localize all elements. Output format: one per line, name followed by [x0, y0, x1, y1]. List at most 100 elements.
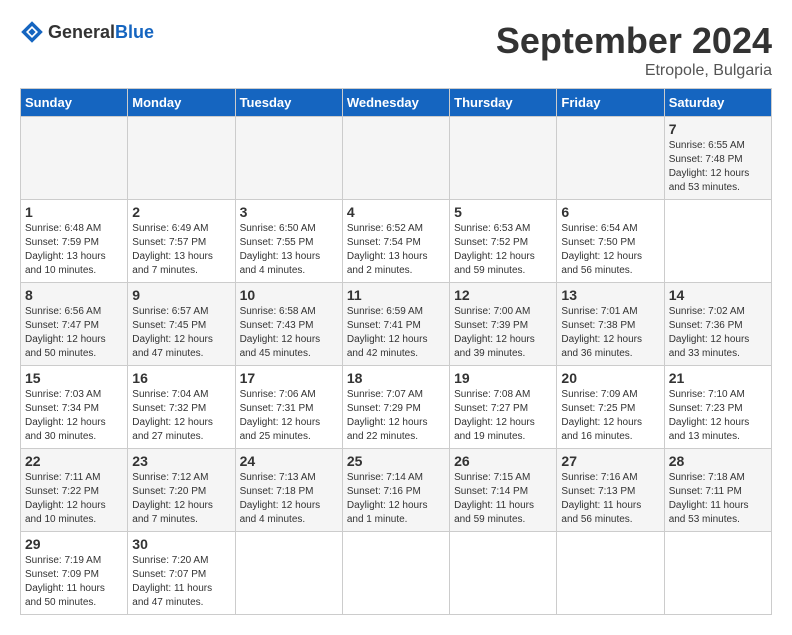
- day-detail: Sunrise: 7:11 AMSunset: 7:22 PMDaylight:…: [25, 472, 106, 525]
- calendar-header-row: SundayMondayTuesdayWednesdayThursdayFrid…: [21, 89, 772, 117]
- calendar-week-row: 8 Sunrise: 6:56 AMSunset: 7:47 PMDayligh…: [21, 283, 772, 366]
- day-number: 29: [25, 536, 123, 552]
- calendar-cell: 26 Sunrise: 7:15 AMSunset: 7:14 PMDaylig…: [450, 449, 557, 532]
- calendar-cell: [664, 200, 771, 283]
- day-number: 22: [25, 453, 123, 469]
- day-number: 25: [347, 453, 445, 469]
- day-detail: Sunrise: 7:20 AMSunset: 7:07 PMDaylight:…: [132, 555, 212, 608]
- calendar-week-row: 7 Sunrise: 6:55 AMSunset: 7:48 PMDayligh…: [21, 117, 772, 200]
- calendar-cell: [557, 532, 664, 615]
- calendar-cell: 30 Sunrise: 7:20 AMSunset: 7:07 PMDaylig…: [128, 532, 235, 615]
- calendar-table: SundayMondayTuesdayWednesdayThursdayFrid…: [20, 88, 772, 615]
- day-detail: Sunrise: 7:16 AMSunset: 7:13 PMDaylight:…: [561, 472, 641, 525]
- day-number: 12: [454, 287, 552, 303]
- calendar-cell: 18 Sunrise: 7:07 AMSunset: 7:29 PMDaylig…: [342, 366, 449, 449]
- day-number: 11: [347, 287, 445, 303]
- calendar-cell: [342, 532, 449, 615]
- header-saturday: Saturday: [664, 89, 771, 117]
- calendar-cell: 7 Sunrise: 6:55 AMSunset: 7:48 PMDayligh…: [664, 117, 771, 200]
- logo-general: General: [48, 22, 115, 42]
- day-detail: Sunrise: 7:19 AMSunset: 7:09 PMDaylight:…: [25, 555, 105, 608]
- calendar-cell: 9 Sunrise: 6:57 AMSunset: 7:45 PMDayligh…: [128, 283, 235, 366]
- calendar-week-row: 22 Sunrise: 7:11 AMSunset: 7:22 PMDaylig…: [21, 449, 772, 532]
- calendar-week-row: 1 Sunrise: 6:48 AMSunset: 7:59 PMDayligh…: [21, 200, 772, 283]
- day-detail: Sunrise: 6:48 AMSunset: 7:59 PMDaylight:…: [25, 223, 106, 276]
- day-detail: Sunrise: 7:13 AMSunset: 7:18 PMDaylight:…: [240, 472, 321, 525]
- day-number: 16: [132, 370, 230, 386]
- calendar-cell: [450, 532, 557, 615]
- day-number: 7: [669, 121, 767, 137]
- day-number: 26: [454, 453, 552, 469]
- day-number: 23: [132, 453, 230, 469]
- calendar-cell: 6 Sunrise: 6:54 AMSunset: 7:50 PMDayligh…: [557, 200, 664, 283]
- calendar-cell: [450, 117, 557, 200]
- calendar-cell: 15 Sunrise: 7:03 AMSunset: 7:34 PMDaylig…: [21, 366, 128, 449]
- day-detail: Sunrise: 7:15 AMSunset: 7:14 PMDaylight:…: [454, 472, 534, 525]
- calendar-cell: 1 Sunrise: 6:48 AMSunset: 7:59 PMDayligh…: [21, 200, 128, 283]
- header-sunday: Sunday: [21, 89, 128, 117]
- day-detail: Sunrise: 6:55 AMSunset: 7:48 PMDaylight:…: [669, 140, 750, 193]
- logo: GeneralBlue: [20, 20, 154, 44]
- day-number: 8: [25, 287, 123, 303]
- day-number: 21: [669, 370, 767, 386]
- day-detail: Sunrise: 7:02 AMSunset: 7:36 PMDaylight:…: [669, 306, 750, 359]
- day-detail: Sunrise: 6:59 AMSunset: 7:41 PMDaylight:…: [347, 306, 428, 359]
- day-number: 28: [669, 453, 767, 469]
- header-wednesday: Wednesday: [342, 89, 449, 117]
- calendar-cell: 11 Sunrise: 6:59 AMSunset: 7:41 PMDaylig…: [342, 283, 449, 366]
- day-detail: Sunrise: 7:08 AMSunset: 7:27 PMDaylight:…: [454, 389, 535, 442]
- title-section: September 2024 Etropole, Bulgaria: [496, 20, 772, 80]
- day-number: 18: [347, 370, 445, 386]
- calendar-cell: [21, 117, 128, 200]
- day-number: 10: [240, 287, 338, 303]
- day-number: 5: [454, 204, 552, 220]
- calendar-cell: 21 Sunrise: 7:10 AMSunset: 7:23 PMDaylig…: [664, 366, 771, 449]
- day-detail: Sunrise: 6:49 AMSunset: 7:57 PMDaylight:…: [132, 223, 213, 276]
- logo-icon: [20, 20, 44, 44]
- day-number: 17: [240, 370, 338, 386]
- day-detail: Sunrise: 6:52 AMSunset: 7:54 PMDaylight:…: [347, 223, 428, 276]
- day-number: 13: [561, 287, 659, 303]
- calendar-cell: 14 Sunrise: 7:02 AMSunset: 7:36 PMDaylig…: [664, 283, 771, 366]
- calendar-cell: 29 Sunrise: 7:19 AMSunset: 7:09 PMDaylig…: [21, 532, 128, 615]
- location-title: Etropole, Bulgaria: [496, 62, 772, 80]
- calendar-cell: 28 Sunrise: 7:18 AMSunset: 7:11 PMDaylig…: [664, 449, 771, 532]
- calendar-cell: 23 Sunrise: 7:12 AMSunset: 7:20 PMDaylig…: [128, 449, 235, 532]
- calendar-cell: 17 Sunrise: 7:06 AMSunset: 7:31 PMDaylig…: [235, 366, 342, 449]
- day-detail: Sunrise: 6:53 AMSunset: 7:52 PMDaylight:…: [454, 223, 535, 276]
- day-number: 24: [240, 453, 338, 469]
- day-detail: Sunrise: 7:12 AMSunset: 7:20 PMDaylight:…: [132, 472, 213, 525]
- day-detail: Sunrise: 6:54 AMSunset: 7:50 PMDaylight:…: [561, 223, 642, 276]
- day-detail: Sunrise: 7:09 AMSunset: 7:25 PMDaylight:…: [561, 389, 642, 442]
- page-header: GeneralBlue September 2024 Etropole, Bul…: [20, 20, 772, 80]
- calendar-cell: 22 Sunrise: 7:11 AMSunset: 7:22 PMDaylig…: [21, 449, 128, 532]
- calendar-cell: [557, 117, 664, 200]
- calendar-cell: [664, 532, 771, 615]
- header-thursday: Thursday: [450, 89, 557, 117]
- day-detail: Sunrise: 7:07 AMSunset: 7:29 PMDaylight:…: [347, 389, 428, 442]
- day-detail: Sunrise: 6:56 AMSunset: 7:47 PMDaylight:…: [25, 306, 106, 359]
- header-monday: Monday: [128, 89, 235, 117]
- logo-blue: Blue: [115, 22, 154, 42]
- calendar-cell: 2 Sunrise: 6:49 AMSunset: 7:57 PMDayligh…: [128, 200, 235, 283]
- month-year-title: September 2024: [496, 20, 772, 62]
- calendar-cell: 10 Sunrise: 6:58 AMSunset: 7:43 PMDaylig…: [235, 283, 342, 366]
- day-detail: Sunrise: 7:01 AMSunset: 7:38 PMDaylight:…: [561, 306, 642, 359]
- calendar-cell: 3 Sunrise: 6:50 AMSunset: 7:55 PMDayligh…: [235, 200, 342, 283]
- day-number: 20: [561, 370, 659, 386]
- calendar-cell: 20 Sunrise: 7:09 AMSunset: 7:25 PMDaylig…: [557, 366, 664, 449]
- day-number: 15: [25, 370, 123, 386]
- calendar-cell: 5 Sunrise: 6:53 AMSunset: 7:52 PMDayligh…: [450, 200, 557, 283]
- day-detail: Sunrise: 7:04 AMSunset: 7:32 PMDaylight:…: [132, 389, 213, 442]
- calendar-cell: 13 Sunrise: 7:01 AMSunset: 7:38 PMDaylig…: [557, 283, 664, 366]
- calendar-cell: 16 Sunrise: 7:04 AMSunset: 7:32 PMDaylig…: [128, 366, 235, 449]
- day-detail: Sunrise: 7:03 AMSunset: 7:34 PMDaylight:…: [25, 389, 106, 442]
- day-number: 27: [561, 453, 659, 469]
- day-number: 9: [132, 287, 230, 303]
- header-tuesday: Tuesday: [235, 89, 342, 117]
- calendar-week-row: 29 Sunrise: 7:19 AMSunset: 7:09 PMDaylig…: [21, 532, 772, 615]
- day-number: 14: [669, 287, 767, 303]
- day-number: 19: [454, 370, 552, 386]
- day-number: 1: [25, 204, 123, 220]
- day-detail: Sunrise: 6:58 AMSunset: 7:43 PMDaylight:…: [240, 306, 321, 359]
